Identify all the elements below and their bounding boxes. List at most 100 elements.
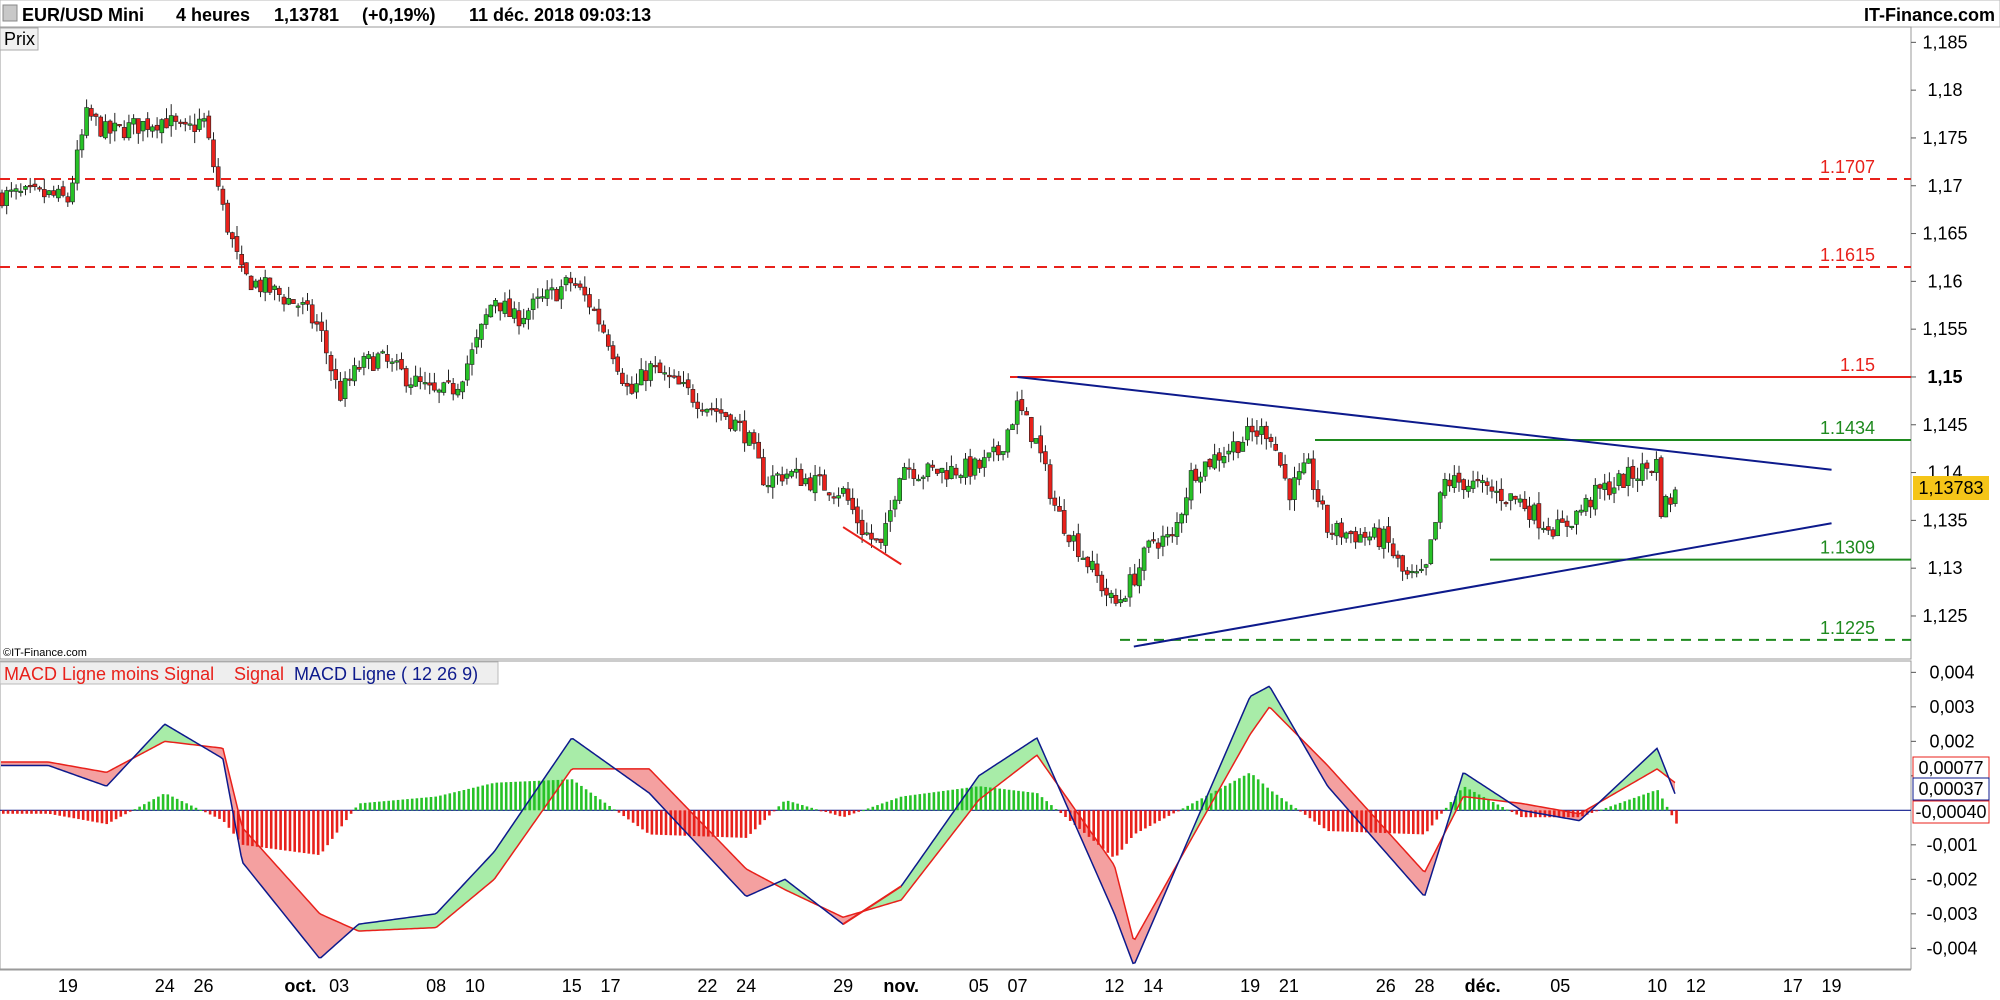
macd-hist-bar <box>457 791 461 811</box>
macd-hist-bar <box>1148 810 1152 826</box>
candle-body <box>272 285 277 290</box>
candle-body <box>728 414 733 430</box>
macd-fill <box>289 879 291 923</box>
candle-body <box>1607 481 1612 496</box>
macd-fill <box>479 865 481 892</box>
candle-body <box>93 113 99 117</box>
macd-fill <box>1249 696 1251 737</box>
candle-body <box>826 492 832 496</box>
x-tick-label: 26 <box>1376 976 1396 996</box>
macd-fill <box>1405 850 1407 877</box>
candle-body <box>1484 481 1490 486</box>
candle-body <box>403 368 409 387</box>
price-y-tick: 1,135 <box>1922 510 1967 530</box>
candle-body <box>855 506 860 524</box>
macd-hist-bar <box>946 790 950 811</box>
macd-hist-bar <box>495 782 499 811</box>
macd-hist-bar <box>843 810 846 817</box>
macd-fill <box>271 859 273 901</box>
window-menu-icon[interactable] <box>2 4 18 22</box>
macd-hist-bar <box>72 810 76 819</box>
candle-body <box>446 380 451 383</box>
macd-hist-bar <box>791 802 795 811</box>
candle-body <box>803 478 809 485</box>
candle-body <box>878 538 884 543</box>
candle-body <box>789 471 794 477</box>
macd-hist-bar <box>481 785 484 811</box>
candle-body <box>173 115 179 122</box>
candle-body <box>958 475 964 479</box>
candle-body <box>596 308 602 325</box>
macd-fill <box>721 842 723 872</box>
candle-body <box>521 317 527 325</box>
macd-fill <box>499 841 501 873</box>
candle-body <box>591 308 597 311</box>
macd-hist-bar <box>448 793 452 811</box>
macd-hist-bar <box>227 810 231 828</box>
candle-body <box>1000 451 1006 455</box>
current-price-label: 1,13783 <box>1918 478 1983 498</box>
macd-hist-bar <box>1407 810 1410 834</box>
candle-body <box>0 192 5 207</box>
candle-body <box>23 186 28 190</box>
candle-body <box>89 108 94 117</box>
macd-fill <box>575 740 577 769</box>
candle-body <box>605 334 611 347</box>
macd-fill <box>497 844 499 876</box>
macd-hist-bar <box>39 810 43 814</box>
candle-body <box>1080 557 1086 560</box>
candle-body <box>836 495 841 499</box>
candle-body <box>681 381 686 385</box>
candle-body <box>963 458 968 478</box>
candle-body <box>197 118 202 130</box>
candle-body <box>1090 560 1095 570</box>
x-tick-label: nov. <box>883 976 919 996</box>
candle-body <box>1654 458 1659 473</box>
macd-hist-bar <box>1308 810 1312 819</box>
macd-fill <box>457 889 459 911</box>
macd-fill <box>571 738 573 771</box>
macd-hist-bar <box>1144 810 1147 829</box>
macd-hist-bar <box>269 810 273 849</box>
macd-hist-bar <box>396 799 400 811</box>
macd-hist-bar <box>815 809 818 811</box>
macd-hist-bar <box>1435 810 1439 820</box>
macd-hist-bar <box>1426 810 1429 832</box>
macd-fill <box>311 904 313 951</box>
macd-fill <box>281 870 283 913</box>
macd-fill <box>383 920 385 930</box>
macd-fill <box>1643 759 1645 778</box>
macd-hist-bar <box>1115 810 1119 856</box>
price-y-tick: 1,18 <box>1927 80 1962 100</box>
macd-hist-bar <box>1242 775 1246 811</box>
macd-fill <box>717 838 719 868</box>
macd-fill <box>1395 839 1397 866</box>
candle-body <box>1104 587 1109 596</box>
candle-body <box>1602 482 1607 490</box>
macd-fill <box>261 848 263 888</box>
candle-body <box>1188 470 1194 501</box>
macd-fill <box>667 787 669 815</box>
macd-hist-bar <box>890 800 893 811</box>
macd-fill <box>973 781 975 808</box>
candle-body <box>1038 435 1043 454</box>
macd-hist-bar <box>1571 810 1575 818</box>
macd-fill <box>579 743 581 769</box>
macd-hist-bar <box>1097 810 1100 845</box>
macd-fill <box>249 835 251 873</box>
candle-body <box>699 409 705 412</box>
candle-body <box>949 465 954 479</box>
candle-body <box>305 300 310 305</box>
macd-hist-bar <box>1675 810 1678 824</box>
macd-hist-bar <box>349 810 353 814</box>
brand-label[interactable]: IT-Finance.com <box>1864 5 1995 25</box>
macd-hist-bar <box>1623 801 1627 811</box>
candle-body <box>1217 452 1222 461</box>
macd-hist-bar <box>1322 810 1326 829</box>
macd-hist-bar <box>1299 810 1302 812</box>
candle-body <box>187 123 193 126</box>
macd-hist-bar <box>1177 810 1180 812</box>
price-panel-title: Prix <box>4 29 35 49</box>
candle-body <box>714 408 719 412</box>
candle-body <box>967 456 973 477</box>
